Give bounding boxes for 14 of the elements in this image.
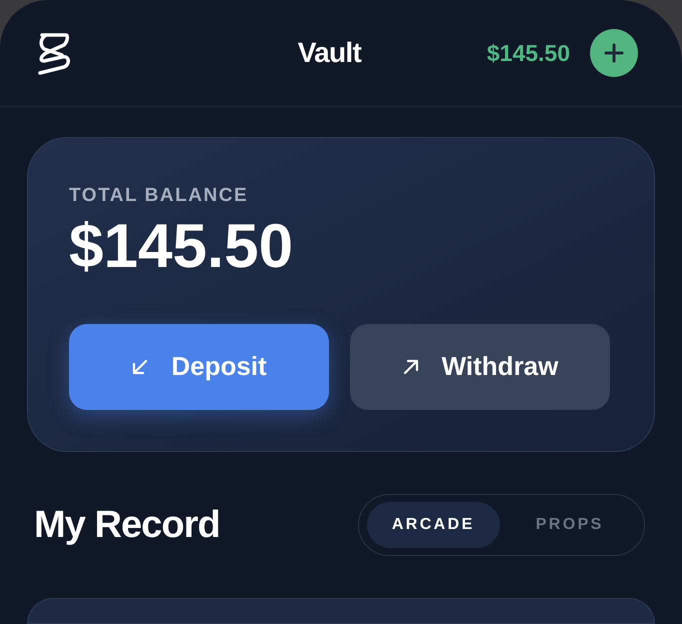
plus-icon — [604, 43, 624, 63]
balance-amount: $145.50 — [69, 212, 294, 281]
deposit-button[interactable]: Deposit — [69, 324, 329, 410]
arrow-up-right-icon — [402, 358, 420, 376]
tab[interactable]: PROPS — [504, 502, 636, 548]
balance-label: TOTAL BALANCE — [69, 184, 250, 208]
page-title: Vault — [298, 36, 362, 70]
arrow-down-left-icon — [131, 358, 150, 376]
section-title: My Record — [34, 502, 220, 548]
add-button[interactable] — [590, 29, 638, 77]
logo-icon — [36, 31, 72, 75]
withdraw-button[interactable]: Withdraw — [350, 324, 610, 410]
balance-amount: $145.50 — [486, 38, 570, 68]
tab[interactable]: ARCADE — [367, 502, 500, 548]
